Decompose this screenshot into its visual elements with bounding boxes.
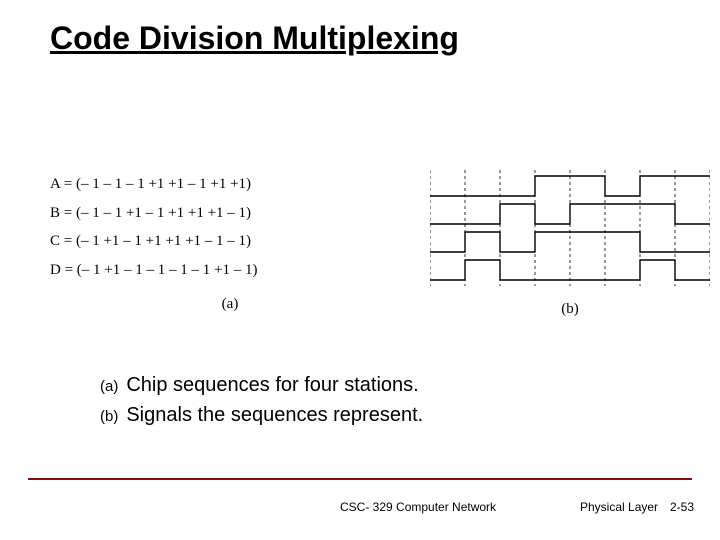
figure-area: A = (– 1 – 1 – 1 +1 +1 – 1 +1 +1) B = (–… [50,170,700,330]
footer-layer: Physical Layer [580,500,658,514]
signals-diagram [430,170,710,290]
description-text-a: Chip sequences for four stations. [126,370,418,400]
page-title: Code Division Multiplexing [50,20,459,57]
caption-a: (a) [50,290,410,319]
figure-column-a: A = (– 1 – 1 – 1 +1 +1 – 1 +1 +1) B = (–… [50,170,410,330]
sequence-a: A = (– 1 – 1 – 1 +1 +1 – 1 +1 +1) [50,170,410,199]
description-text-b: Signals the sequences represent. [126,400,423,430]
figure-column-b: (b) [430,170,710,330]
description-row-b: (b) Signals the sequences represent. [100,400,423,430]
footer-rule [28,478,692,480]
footer-course: CSC- 329 Computer Network [340,500,496,514]
sequence-d: D = (– 1 +1 – 1 – 1 – 1 – 1 +1 – 1) [50,256,410,285]
footer-page: 2-53 [670,500,694,514]
caption-b: (b) [430,301,710,318]
descriptions: (a) Chip sequences for four stations. (b… [100,370,423,430]
description-label-b: (b) [100,406,118,429]
description-row-a: (a) Chip sequences for four stations. [100,370,423,400]
sequence-c: C = (– 1 +1 – 1 +1 +1 +1 – 1 – 1) [50,227,410,256]
sequence-b: B = (– 1 – 1 +1 – 1 +1 +1 +1 – 1) [50,199,410,228]
description-label-a: (a) [100,376,118,399]
